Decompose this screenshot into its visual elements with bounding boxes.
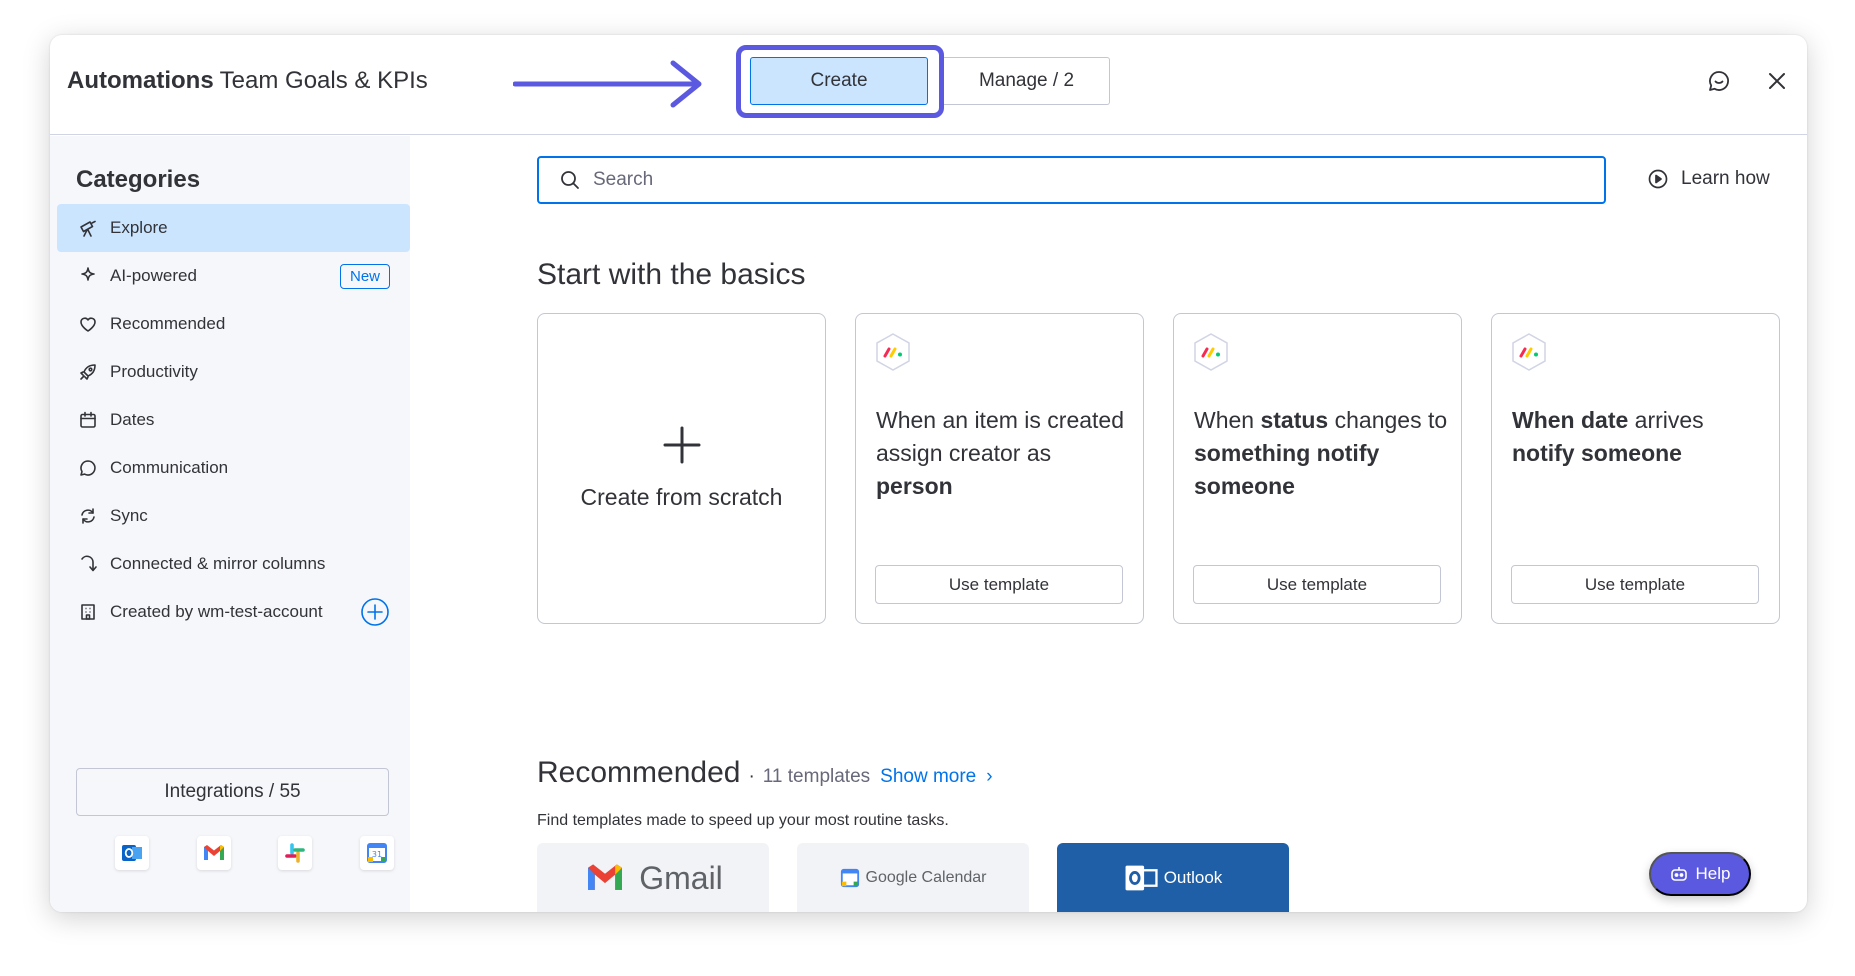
monday-logo-icon: [876, 333, 910, 371]
outlook-label: Outlook: [1163, 868, 1223, 887]
google-calendar-label: Google Calendar: [865, 869, 987, 886]
sidebar-item-created-by-account[interactable]: Created by wm-test-account: [57, 588, 410, 636]
categories-nav: Explore AI-powered New Recommended Produ…: [57, 204, 410, 636]
sidebar-item-label: Sync: [110, 506, 148, 525]
title-board: Team Goals & KPIs: [219, 67, 428, 94]
template-card[interactable]: When date arrives notify someone Use tem…: [1491, 313, 1780, 624]
template-description: When status changes to something notify …: [1194, 407, 1448, 499]
integrations-button[interactable]: Integrations / 55: [76, 768, 389, 816]
chevron-right-icon[interactable]: ›: [986, 766, 992, 788]
sidebar-item-label: AI-powered: [110, 266, 197, 285]
connect-arrow-icon: [77, 553, 99, 575]
sidebar-item-recommended[interactable]: Recommended: [57, 300, 410, 348]
sidebar-item-productivity[interactable]: Productivity: [57, 348, 410, 396]
sidebar-item-communication[interactable]: Communication: [57, 444, 410, 492]
google-calendar-icon[interactable]: 31: [360, 836, 394, 870]
sidebar-item-label: Connected & mirror columns: [110, 554, 326, 573]
gmail-label: Gmail: [639, 859, 723, 896]
close-icon[interactable]: [1761, 65, 1793, 97]
create-tab-button[interactable]: Create: [750, 57, 928, 105]
page-title: Automations Team Goals & KPIs: [67, 67, 428, 95]
gmail-icon[interactable]: [197, 836, 231, 870]
feedback-icon[interactable]: [1703, 65, 1735, 97]
create-from-scratch-card[interactable]: Create from scratch: [537, 313, 826, 624]
manage-tab-button[interactable]: Manage / 2: [944, 57, 1110, 105]
building-icon: [77, 601, 99, 623]
learn-how-link[interactable]: Learn how: [1647, 168, 1770, 190]
rocket-icon: [77, 361, 99, 383]
dialog-header: Automations Team Goals & KPIs Create Man…: [50, 35, 1807, 135]
categories-sidebar: Categories Explore AI-powered New Recomm…: [50, 136, 410, 912]
sidebar-item-sync[interactable]: Sync: [57, 492, 410, 540]
use-template-button[interactable]: Use template: [1193, 565, 1441, 604]
help-button[interactable]: Help: [1649, 852, 1751, 896]
robot-icon: [1670, 867, 1687, 881]
gmail-template-card[interactable]: Gmail: [537, 843, 769, 912]
sidebar-item-ai-powered[interactable]: AI-powered New: [57, 252, 410, 300]
main-content: Learn how Start with the basics Create f…: [410, 136, 1807, 912]
help-label: Help: [1695, 864, 1731, 883]
gmail-logo-icon: [588, 864, 623, 890]
sparkle-icon: [77, 265, 99, 287]
google-calendar-logo-icon: [840, 868, 859, 888]
monday-logo-icon: [1194, 333, 1228, 371]
heart-icon: [77, 313, 99, 335]
play-circle-icon: [1648, 169, 1668, 189]
svg-text:31: 31: [372, 850, 382, 859]
sidebar-item-label: Productivity: [110, 362, 198, 381]
title-app: Automations: [67, 67, 214, 94]
add-circle-icon[interactable]: [360, 597, 390, 627]
separator-dot: ·: [748, 766, 755, 787]
use-template-button[interactable]: Use template: [1511, 565, 1759, 604]
recommended-title: Recommended: [537, 756, 741, 789]
new-badge: New: [339, 264, 390, 289]
template-description: When an item is created assign creator a…: [876, 407, 1125, 499]
template-card[interactable]: When status changes to something notify …: [1173, 313, 1462, 624]
monday-logo-icon: [1512, 333, 1546, 371]
sidebar-item-label: Created by wm-test-account: [110, 602, 323, 621]
automations-dialog: Automations Team Goals & KPIs Create Man…: [50, 35, 1807, 912]
template-card[interactable]: When an item is created assign creator a…: [855, 313, 1144, 624]
learn-how-label: Learn how: [1681, 168, 1770, 189]
sidebar-item-label: Explore: [110, 218, 168, 237]
search-box[interactable]: [537, 156, 1606, 204]
show-more-link[interactable]: Show more: [880, 766, 976, 788]
search-icon: [561, 171, 579, 189]
basics-heading: Start with the basics: [537, 258, 806, 291]
sync-icon: [77, 505, 99, 527]
outlook-logo-icon: [1125, 865, 1158, 891]
templates-count: 11 templates: [762, 766, 871, 787]
outlook-icon[interactable]: [115, 836, 149, 870]
search-input[interactable]: [593, 169, 1493, 191]
categories-title: Categories: [76, 166, 201, 193]
sidebar-item-label: Recommended: [110, 314, 226, 333]
google-calendar-template-card[interactable]: Google Calendar: [797, 843, 1029, 912]
calendar-icon: [77, 409, 99, 431]
recommended-subtitle: Find templates made to speed up your mos…: [537, 812, 949, 829]
sidebar-item-label: Communication: [110, 458, 229, 477]
recommended-header: Recommended · 11 templates Show more ›: [537, 756, 993, 790]
sidebar-item-explore[interactable]: Explore: [57, 204, 410, 252]
sidebar-item-connected-mirror-columns[interactable]: Connected & mirror columns: [57, 540, 410, 588]
slack-icon[interactable]: [278, 836, 312, 870]
chat-bubble-icon: [77, 457, 99, 479]
template-description: When date arrives notify someone: [1512, 407, 1704, 466]
sidebar-item-label: Dates: [110, 410, 155, 429]
telescope-icon: [77, 217, 99, 239]
arrow-annotation-icon: [513, 60, 702, 108]
use-template-button[interactable]: Use template: [875, 565, 1123, 604]
plus-icon: [663, 426, 701, 464]
sidebar-item-dates[interactable]: Dates: [57, 396, 410, 444]
outlook-template-card[interactable]: Outlook: [1057, 843, 1289, 912]
integration-icons-row: 31: [90, 836, 394, 876]
create-from-scratch-label: Create from scratch: [580, 484, 783, 510]
